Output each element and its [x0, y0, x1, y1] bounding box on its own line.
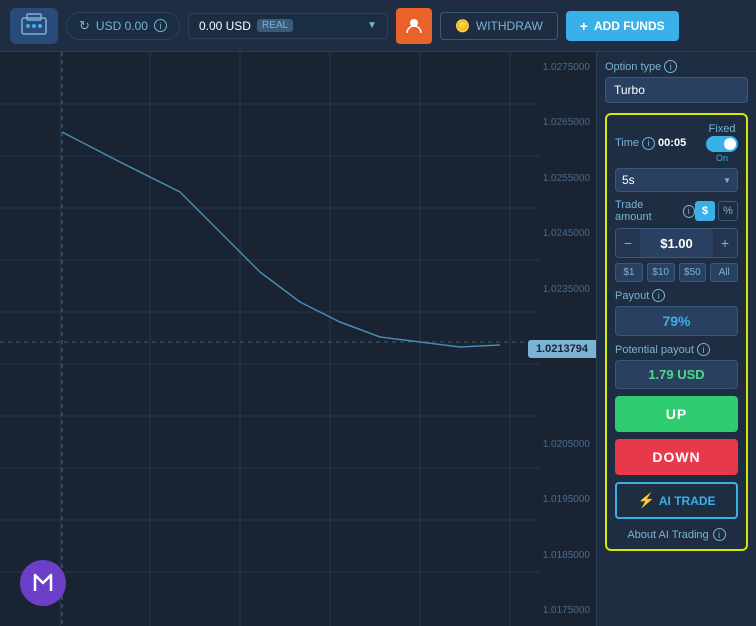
option-type-info-icon[interactable]: i [664, 60, 677, 73]
time-selector[interactable]: 5s ▼ [615, 168, 738, 192]
balance-info-icon[interactable]: i [154, 19, 167, 32]
payout-section: Payout i 79% [615, 289, 738, 336]
price-tick: 1.0195000 [538, 494, 594, 505]
quick-1-button[interactable]: $1 [615, 263, 643, 282]
balance-button[interactable]: ↻ USD 0.00 i [66, 12, 180, 40]
about-ai-label: About AI Trading [627, 529, 708, 541]
time-label: Time [615, 137, 639, 149]
minus-icon: − [624, 235, 632, 251]
potential-payout-section: Potential payout i 1.79 USD [615, 343, 738, 389]
topbar: ↻ USD 0.00 i 0.00 USD REAL ▼ 🪙 WITHDRAW … [0, 0, 756, 52]
currency-button[interactable]: $ [695, 201, 715, 221]
potential-payout-info-icon[interactable]: i [697, 343, 710, 356]
percent-symbol: % [723, 205, 733, 217]
balance-value: USD 0.00 [96, 19, 148, 33]
ai-icon: ⚡ [637, 492, 654, 509]
account-selector[interactable]: 0.00 USD REAL ▼ [188, 13, 388, 39]
toggle-on-label: On [716, 153, 728, 163]
option-type-section: Option type i Turbo [605, 60, 748, 103]
potential-payout-value: 1.79 USD [615, 360, 738, 389]
fixed-toggle: Fixed On [706, 123, 738, 163]
add-funds-button[interactable]: + ADD FUNDS [566, 11, 679, 41]
trade-amount-label: Trade amount i [615, 199, 695, 223]
time-value: 00:05 [658, 137, 686, 149]
quick-all-button[interactable]: All [710, 263, 738, 282]
price-tick: 1.0275000 [538, 62, 594, 73]
current-price-label: 1.0213794 [528, 340, 596, 358]
payout-label: Payout i [615, 289, 738, 302]
price-axis: 1.0275000 1.0265000 1.0255000 1.0245000 … [536, 52, 596, 626]
withdraw-label: WITHDRAW [476, 19, 543, 33]
price-tick: 1.0175000 [538, 605, 594, 616]
trade-amount-section: Trade amount i $ % − [615, 199, 738, 282]
up-button[interactable]: UP [615, 396, 738, 432]
plus-icon: + [721, 235, 729, 251]
currency-symbol: $ [702, 205, 708, 217]
account-value: 0.00 USD [199, 19, 251, 33]
option-type-label: Option type i [605, 60, 748, 73]
chart-area: 1.0275000 1.0265000 1.0255000 1.0245000 … [0, 52, 596, 626]
price-tick: 1.0245000 [538, 228, 594, 239]
current-price-value: 1.0213794 [536, 343, 588, 355]
avatar-button[interactable] [396, 8, 432, 44]
amount-decrease-button[interactable]: − [616, 229, 640, 257]
quick-10-button[interactable]: $10 [647, 263, 675, 282]
price-tick: 1.0265000 [538, 117, 594, 128]
main-content: 1.0275000 1.0265000 1.0255000 1.0245000 … [0, 52, 756, 626]
potential-payout-label: Potential payout i [615, 343, 738, 356]
withdraw-button[interactable]: 🪙 WITHDRAW [440, 12, 558, 40]
option-type-value: Turbo [605, 77, 748, 103]
wallet-icon: 🪙 [455, 19, 470, 33]
quick-amounts: $1 $10 $50 All [615, 263, 738, 282]
plus-icon: + [580, 18, 588, 34]
price-tick: 1.0235000 [538, 284, 594, 295]
quick-50-button[interactable]: $50 [679, 263, 707, 282]
add-funds-label: ADD FUNDS [594, 19, 665, 33]
price-tick: 1.0255000 [538, 173, 594, 184]
fixed-label: Fixed [709, 123, 736, 135]
account-chevron: ▼ [367, 20, 377, 31]
time-row: Time i 00:05 Fixed On [615, 123, 738, 163]
trade-amount-info-icon[interactable]: i [683, 205, 695, 218]
time-info-icon[interactable]: i [642, 137, 655, 150]
ai-trade-button[interactable]: ⚡ AI TRADE [615, 482, 738, 519]
trading-panel: Time i 00:05 Fixed On 5s ▼ [605, 113, 748, 551]
refresh-icon: ↻ [79, 18, 90, 34]
logo [10, 8, 58, 44]
price-tick: 1.0205000 [538, 439, 594, 450]
amount-value: $1.00 [640, 236, 713, 251]
amount-control: − $1.00 + [615, 228, 738, 258]
right-panel: Option type i Turbo Time i 00:05 Fixed [596, 52, 756, 626]
time-left: Time i 00:05 [615, 137, 686, 150]
logo-circle [20, 560, 66, 606]
fixed-toggle-switch[interactable] [706, 136, 738, 152]
payout-value: 79% [615, 306, 738, 336]
time-selector-value: 5s [622, 173, 635, 187]
ai-trade-label: AI TRADE [659, 494, 716, 508]
trade-amount-row: Trade amount i $ % [615, 199, 738, 223]
percent-button[interactable]: % [718, 201, 738, 221]
amount-increase-button[interactable]: + [713, 229, 737, 257]
chevron-down-icon: ▼ [723, 176, 731, 185]
payout-info-icon[interactable]: i [652, 289, 665, 302]
time-section: Time i 00:05 Fixed On 5s ▼ [615, 123, 738, 192]
about-ai-link[interactable]: About AI Trading i [615, 528, 738, 541]
price-tick: 1.0185000 [538, 550, 594, 561]
account-type-badge: REAL [257, 19, 293, 32]
about-ai-info-icon[interactable]: i [713, 528, 726, 541]
down-button[interactable]: DOWN [615, 439, 738, 475]
